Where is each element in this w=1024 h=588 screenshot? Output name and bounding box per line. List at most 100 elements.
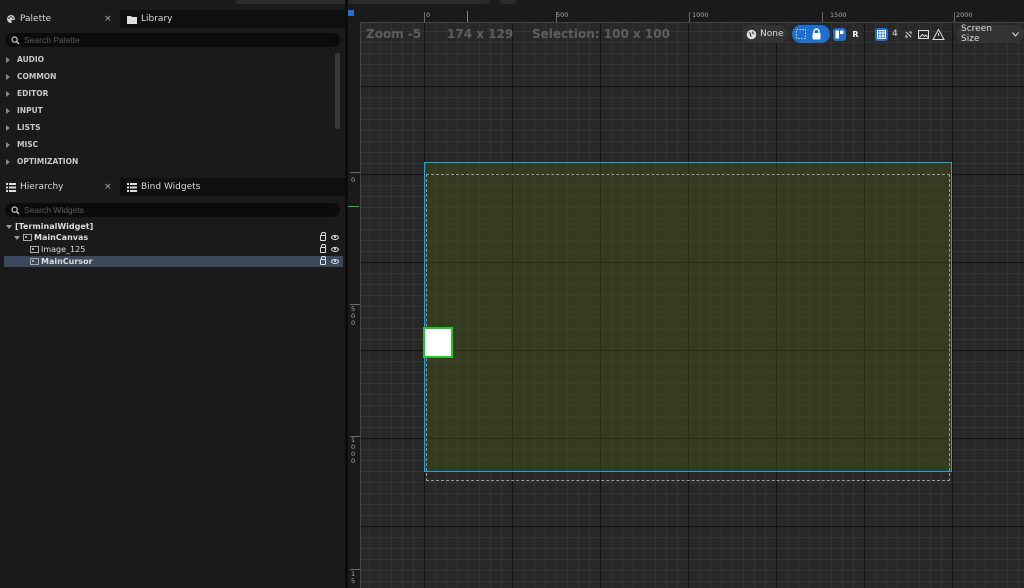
search-icon [11,205,20,215]
image-widget-icon [30,258,39,265]
palette-category-optimization[interactable]: OPTIMIZATION [0,153,333,170]
ruler-tick [954,12,955,22]
canvas-widget-icon [23,234,32,241]
lock-icon[interactable] [320,232,326,241]
respect-locks-group: R [833,25,862,43]
grid-icon [877,29,886,39]
tab-library-label: Library [141,14,173,24]
folder-icon [127,14,137,24]
grid-snap-toggle[interactable] [875,27,888,41]
expand-arrow-icon [6,73,10,80]
localization-value: None [760,29,784,39]
hierarchy-tabbar: Hierarchy × Bind Widgets [0,178,345,196]
tree-item-label: MainCursor [41,257,93,266]
globe-icon [746,29,757,40]
localization-preview-button[interactable]: None [742,25,787,43]
respect-locks-button[interactable]: R [849,27,862,41]
ruler-cursor-marker [467,11,468,22]
eye-icon[interactable] [331,247,339,252]
tab-palette-label: Palette [20,14,52,24]
screen-size-dropdown[interactable]: Screen Size [956,24,1024,44]
palette-tabbar: Palette × Library [0,10,345,28]
cursor-position-label: 174 x 129 [447,27,514,41]
zoom-label: Zoom -5 [366,27,422,41]
tab-hierarchy-label: Hierarchy [20,182,64,192]
ruler-tick [350,172,360,173]
paint-palette-icon [6,14,16,24]
vertical-ruler: 0 5 0 0 1 0 0 0 1 5 [348,22,361,588]
respect-locks-label: R [852,29,859,39]
palette-category-editor[interactable]: EDITOR [0,85,333,102]
tree-item-label: Image_125 [41,245,86,254]
toolbar-button-edge [500,0,516,4]
ruler-label: 500 [556,11,569,19]
palette-category-common[interactable]: COMMON [0,68,333,85]
tree-item-label: MainCanvas [34,233,89,242]
close-icon[interactable]: × [104,182,112,192]
ruler-label: 5 0 0 [351,305,356,327]
palette-search-input[interactable] [24,35,324,45]
eye-icon[interactable] [331,235,339,240]
lock-icon[interactable] [320,256,326,265]
dotted-select-icon[interactable] [795,28,807,40]
palette-category-misc[interactable]: MISC [0,136,333,153]
tab-bind-widgets-label: Bind Widgets [141,182,201,192]
tree-item-terminalwidget[interactable]: [TerminalWidget] [4,221,345,232]
ruler-tick [689,12,690,22]
collapse-arrow-icon[interactable] [14,235,20,240]
image-preview-icon[interactable] [917,28,930,41]
expand-arrow-icon [6,141,10,148]
palette-search-box[interactable] [5,33,340,47]
main-cursor-widget[interactable] [423,327,453,358]
expand-arrow-icon [6,56,10,63]
warning-triangle-icon[interactable] [931,27,945,41]
ruler-label: 1000 [692,11,709,19]
collapse-arrow-icon[interactable] [6,224,12,229]
ruler-label: 1 0 0 0 [351,436,356,465]
designer-viewport[interactable]: 0 500 1000 1500 2000 0 5 0 0 1 0 0 0 1 5… [348,10,1024,588]
category-label: LISTS [17,123,41,132]
ruler-tick [424,12,425,22]
ruler-cursor-marker [348,206,359,207]
palette-category-input[interactable]: INPUT [0,102,333,119]
tab-library[interactable]: Library [121,10,231,28]
expand-arrow-icon [6,107,10,114]
palette-category-audio[interactable]: AUDIO [0,51,333,68]
palette-scrollbar[interactable] [335,53,340,129]
category-label: AUDIO [17,55,45,64]
lock-icon[interactable] [811,28,822,40]
search-icon [11,35,20,45]
ruler-corner-marker [348,10,354,16]
hierarchy-search-box[interactable] [5,203,340,217]
tree-item-image-125[interactable]: Image_125 [4,244,343,255]
category-label: COMMON [17,72,57,81]
eye-icon[interactable] [331,259,339,264]
tab-bind-widgets[interactable]: Bind Widgets [121,178,241,196]
tree-item-maincanvas[interactable]: MainCanvas [4,232,343,243]
grid-snap-group: 4 [875,25,945,43]
tree-item-label: [TerminalWidget] [15,222,94,231]
ruler-label: 1500 [830,11,847,19]
ruler-tick [822,12,823,22]
close-icon[interactable]: × [104,14,112,24]
horizontal-ruler: 0 500 1000 1500 2000 [348,10,1024,23]
toolbar-field-edge [235,0,490,4]
chevron-down-icon [1012,31,1019,37]
dpi-scale-icon[interactable] [902,28,915,41]
tab-hierarchy[interactable]: Hierarchy × [0,178,120,196]
ruler-label: 0 [426,11,431,19]
hierarchy-search-input[interactable] [24,205,324,215]
layout-mode-button[interactable] [833,27,846,41]
palette-category-lists[interactable]: LISTS [0,119,333,136]
selection-size-label: Selection: 100 x 100 [532,27,670,41]
layout-icon [835,30,844,39]
tab-palette[interactable]: Palette × [0,10,120,28]
tree-item-maincursor[interactable]: MainCursor [4,256,343,267]
image-widget-icon [30,246,39,253]
grid-snap-value[interactable]: 4 [892,29,898,39]
category-label: OPTIMIZATION [17,157,79,166]
screen-size-label: Screen Size [961,24,992,44]
bind-list-icon [127,182,137,192]
ruler-label: 1 5 [351,570,356,585]
lock-icon[interactable] [320,244,326,253]
